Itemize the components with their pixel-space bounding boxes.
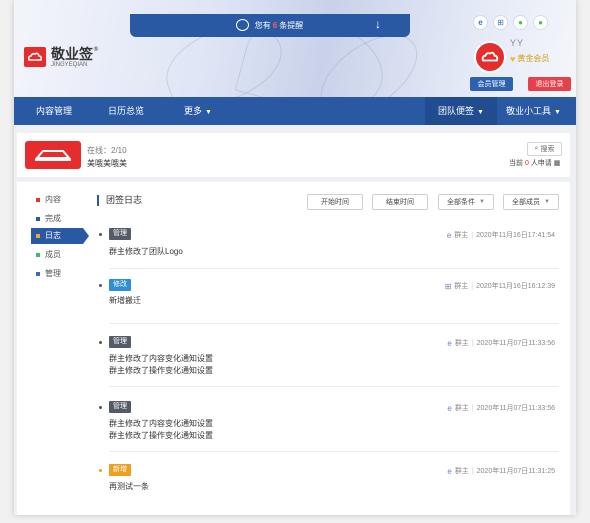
section-title: 团签日志 — [97, 195, 142, 206]
windows-icon: ⊞ — [444, 281, 452, 291]
online-count: 在线：2/10 — [87, 146, 127, 155]
condition-filter[interactable]: 全部条件 ▼ — [438, 194, 494, 210]
divider — [109, 268, 559, 269]
sidebar-item-done[interactable]: 完成 — [31, 211, 83, 227]
ie-icon: e — [446, 230, 452, 240]
logout-button[interactable]: 退出登录 — [528, 77, 571, 91]
log-tag: 管理 — [109, 228, 131, 240]
windows-icon[interactable]: ⊞ — [493, 15, 508, 30]
notice-text: 您有 6 条提醒 — [254, 21, 304, 30]
bullet-icon — [36, 253, 40, 257]
sidebar-item-content[interactable]: 内容 — [31, 192, 83, 208]
caret-down-icon: ▼ — [554, 109, 561, 116]
apple-icon[interactable]: ● — [513, 15, 528, 30]
log-line: 群主修改了操作变化通知设置 — [109, 366, 213, 375]
log-line: 群主修改了团队Logo — [109, 247, 183, 256]
ie-icon[interactable]: e — [473, 15, 488, 30]
bullet-icon — [36, 272, 40, 276]
bullet-icon — [99, 469, 102, 472]
log-tag: 新增 — [109, 464, 131, 476]
log-meta: ⊞ 群主 | 2020年11月16日16:12:39 — [444, 281, 555, 291]
log-line: 群主修改了内容变化通知设置 — [109, 354, 213, 363]
log-meta: e 群主 | 2020年11月07日11:33:56 — [447, 338, 555, 348]
message-icon — [236, 19, 249, 31]
sidebar-item-manage[interactable]: 管理 — [31, 266, 83, 282]
search-button[interactable]: ⌕ 搜索 — [527, 142, 562, 156]
nav-team-note[interactable]: 团队便签 ▼ — [425, 97, 497, 125]
divider — [109, 323, 559, 324]
android-icon[interactable]: ● — [533, 15, 548, 30]
start-time-filter[interactable]: 开始时间 — [307, 194, 363, 210]
brand-subtitle: JINGYEQIAN — [51, 62, 88, 68]
log-line: 再测试一条 — [109, 482, 149, 491]
search-icon: ⌕ — [534, 145, 539, 152]
bullet-icon — [99, 341, 102, 344]
sidebar-item-members[interactable]: 成员 — [31, 247, 83, 263]
main-panel: 内容 完成 日志 成员 管理 团签日志 开始时间 结束时间 全部条件 ▼ 全部成员… — [17, 182, 570, 515]
bullet-icon — [36, 198, 40, 202]
team-name: 美哦美哦美 — [87, 159, 127, 168]
member-filter[interactable]: 全部成员 ▼ — [503, 194, 559, 210]
ie-icon: e — [447, 338, 452, 348]
bullet-icon — [36, 234, 40, 238]
app-window: 您有 6 条提醒 ↓ 敬业签® JINGYEQIAN e ⊞ ● ● YY ♥ 黄金会… — [14, 0, 576, 515]
nav-calendar-overview[interactable]: 日历总览 — [108, 97, 144, 125]
bullet-icon — [99, 284, 102, 287]
app-downloads: e ⊞ ● ● — [473, 15, 548, 30]
qr-icon: ▦ — [553, 160, 561, 167]
chevron-down-icon: ▼ — [479, 199, 485, 205]
divider — [109, 451, 559, 452]
caret-down-icon: ▼ — [205, 109, 212, 116]
arrow-down-icon[interactable]: ↓ — [375, 17, 381, 31]
team-logo[interactable] — [25, 141, 81, 169]
caret-down-icon: ▼ — [477, 109, 484, 116]
bullet-icon — [36, 217, 40, 221]
ie-icon: e — [447, 466, 452, 476]
apply-count[interactable]: 当前 0 人申请 ▦ — [509, 158, 560, 168]
sidebar-item-log[interactable]: 日志 — [31, 228, 89, 244]
nav-tools[interactable]: 敬业小工具 ▼ — [506, 97, 561, 125]
nav-content-management[interactable]: 内容管理 — [36, 97, 72, 125]
ie-icon: e — [447, 403, 452, 413]
log-tag: 修改 — [109, 279, 131, 291]
log-tag: 管理 — [109, 401, 131, 413]
divider — [109, 386, 559, 387]
bullet-icon — [99, 233, 102, 236]
vip-icon: ♥ — [510, 53, 516, 64]
header: 您有 6 条提醒 ↓ 敬业签® JINGYEQIAN e ⊞ ● ● YY ♥ 黄金会… — [14, 0, 576, 97]
log-meta: e 群主 | 2020年11月07日11:33:56 — [447, 403, 555, 413]
user-name: YY — [510, 38, 525, 48]
avatar[interactable] — [474, 41, 506, 73]
notification-bar[interactable]: 您有 6 条提醒 ↓ — [130, 14, 410, 37]
log-line: 新增搬迁 — [109, 296, 141, 305]
end-time-filter[interactable]: 结束时间 — [372, 194, 428, 210]
main-nav: 内容管理 日历总览 更多 ▼ 团队便签 ▼ 敬业小工具 ▼ — [14, 97, 576, 125]
brand-name: 敬业签® — [51, 46, 99, 63]
bullet-icon — [99, 406, 102, 409]
team-bar: 在线：2/10 美哦美哦美 ⌕ 搜索 当前 0 人申请 ▦ — [17, 133, 570, 177]
log-line: 群主修改了操作变化通知设置 — [109, 431, 213, 440]
member-level: ♥ 黄金会员 — [510, 53, 550, 64]
member-management-button[interactable]: 会员管理 — [470, 77, 513, 91]
log-line: 群主修改了内容变化通知设置 — [109, 419, 213, 428]
log-meta: e 群主 | 2020年11月07日11:31:25 — [447, 466, 555, 476]
nav-more[interactable]: 更多 ▼ — [184, 97, 212, 125]
brand-logo[interactable] — [24, 47, 46, 67]
chevron-down-icon: ▼ — [544, 199, 550, 205]
log-meta: e 群主 | 2020年11月16日17:41:54 — [446, 230, 555, 240]
log-tag: 管理 — [109, 336, 131, 348]
